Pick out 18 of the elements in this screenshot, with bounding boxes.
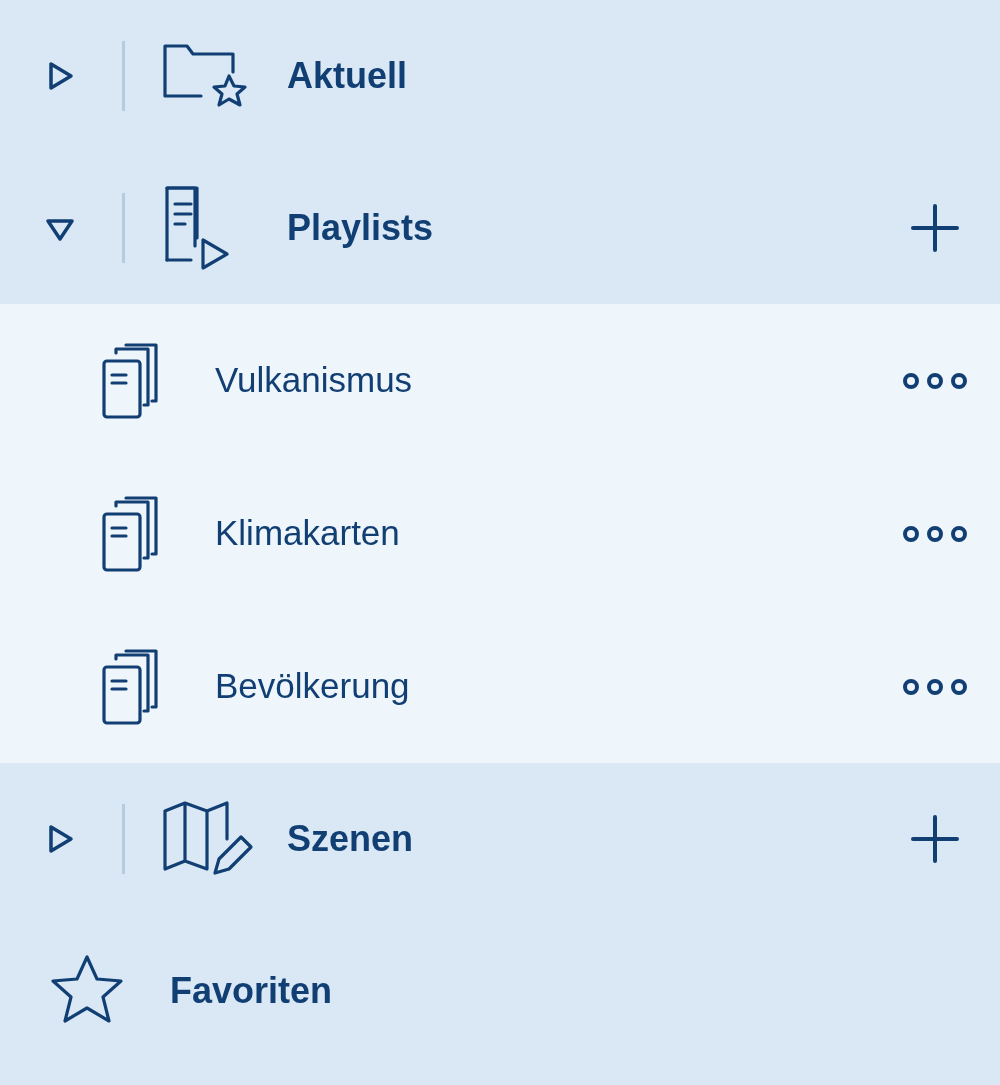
playlist-title: Klimakarten xyxy=(215,512,401,555)
playlist-item[interactable]: Bevölkerung xyxy=(0,610,1000,763)
add-icon[interactable] xyxy=(910,203,960,253)
more-icon[interactable] xyxy=(902,677,968,696)
documents-icon xyxy=(100,493,160,574)
playlist-title: Vulkanismus xyxy=(215,359,414,402)
section-title: Favoriten xyxy=(170,969,334,1013)
section-title: Playlists xyxy=(287,206,435,250)
playlist-item[interactable]: Klimakarten xyxy=(0,457,1000,610)
playlist-title: Bevölkerung xyxy=(215,665,411,708)
section-title: Szenen xyxy=(287,817,415,861)
add-icon[interactable] xyxy=(910,814,960,864)
section-title: Aktuell xyxy=(287,54,409,98)
documents-icon xyxy=(100,646,160,727)
more-icon[interactable] xyxy=(902,371,968,390)
playlist-item[interactable]: Vulkanismus xyxy=(0,304,1000,457)
more-icon[interactable] xyxy=(902,524,968,543)
documents-icon xyxy=(100,340,160,421)
